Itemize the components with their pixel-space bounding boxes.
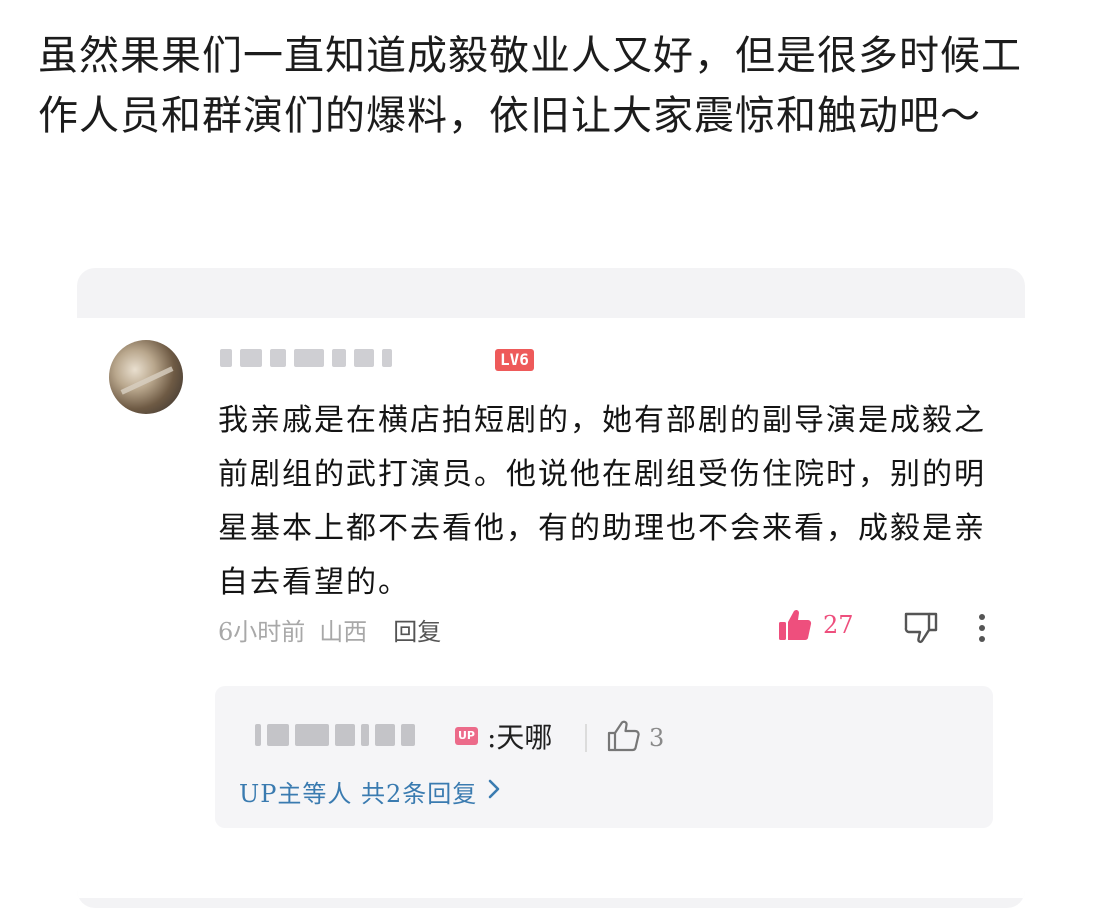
redacted-block: [375, 724, 395, 746]
redacted-block: [220, 349, 232, 367]
redacted-block: [335, 724, 355, 746]
thumb-down-icon[interactable]: [903, 610, 939, 648]
comment-text: 我亲戚是在横店拍短剧的，她有部剧的副导演是成毅之前剧组的武打演员。他说他在剧组受…: [218, 403, 986, 600]
comment-screenshot-card: LV6 我亲戚是在横店拍短剧的，她有部剧的副导演是成毅之前剧组的武打演员。他说他…: [77, 268, 1025, 908]
view-more-replies-link[interactable]: UP主等人 共2条回复: [239, 774, 501, 809]
more-replies-label: UP主等人 共2条回复: [239, 780, 478, 808]
reply-username-redacted[interactable]: [255, 724, 415, 746]
redacted-block: [332, 349, 346, 367]
comment-location: 山西: [319, 618, 368, 646]
reply-text: :天哪: [487, 721, 553, 754]
redacted-block: [255, 724, 261, 746]
username-redacted[interactable]: [220, 346, 392, 370]
comment-time: 6小时前: [218, 618, 306, 646]
thumb-up-icon: [777, 608, 813, 642]
like-count: 27: [823, 611, 854, 639]
comment-panel: LV6 我亲戚是在横店拍短剧的，她有部剧的副导演是成毅之前剧组的武打演员。他说他…: [77, 318, 1025, 898]
reply-like-count: 3: [649, 724, 665, 752]
redacted-block: [354, 349, 374, 367]
redacted-block: [382, 349, 392, 367]
reply-button[interactable]: 回复: [393, 612, 441, 647]
more-vertical-icon[interactable]: [975, 612, 989, 648]
comment-meta: 6小时前 山西 回复: [218, 612, 441, 647]
avatar[interactable]: [109, 340, 183, 414]
redacted-block: [295, 724, 329, 746]
redacted-block: [270, 349, 286, 367]
post-text: 虽然果果们一直知道成毅敬业人又好，但是很多时候工作人员和群演们的爆料，依旧让大家…: [38, 33, 1022, 139]
redacted-block: [267, 724, 289, 746]
level-badge: LV6: [495, 349, 534, 371]
reply-preview[interactable]: UP :天哪 3 UP主等人 共2条回复: [215, 686, 993, 828]
up-badge: UP: [455, 727, 478, 745]
redacted-block: [240, 349, 262, 367]
reply-like-button[interactable]: 3: [607, 720, 664, 756]
like-button[interactable]: 27: [777, 608, 854, 642]
redacted-block: [294, 349, 324, 367]
chevron-right-icon: [487, 778, 501, 806]
thumb-up-outline-icon: [607, 720, 641, 756]
redacted-block: [361, 724, 369, 746]
divider: [585, 724, 587, 752]
redacted-block: [401, 724, 415, 746]
